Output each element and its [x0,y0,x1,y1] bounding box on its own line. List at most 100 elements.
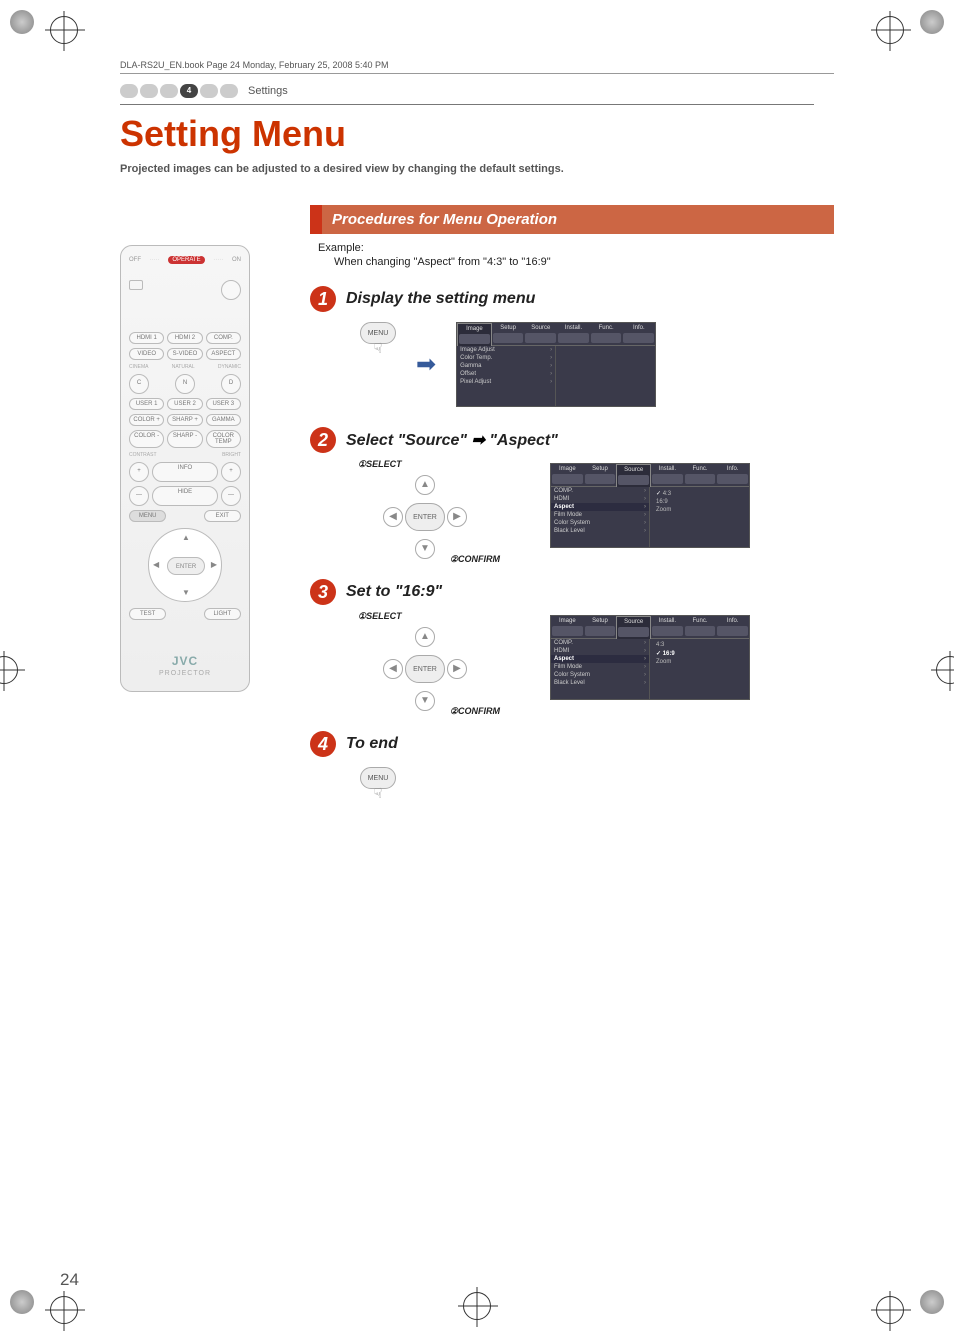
osd-item: Film Mode› [551,663,649,671]
press-hand-icon: ☟ [374,785,383,802]
step-1-menu-button: MENU ☟ [360,322,396,357]
dpad-right-icon: ▶ [447,507,467,527]
crop-mark-left [0,656,18,684]
osd-tab-image: Image [457,323,492,346]
remote-left-icon: ◀ [153,560,159,569]
osd-item: COMP.› [551,639,649,647]
remote-user3-button: USER 3 [206,398,241,410]
osd-value-zoom: Zoom [654,658,745,666]
section-tab-number: 4 [180,84,198,98]
osd-tab-image: Image [551,616,584,639]
osd-item: Color System› [551,671,649,679]
crop-mark-right [936,656,954,684]
remote-colortemp-button: COLOR TEMP [206,430,241,448]
remote-operate-label: OPERATE [168,256,204,264]
step-4-heading: 4 To end [310,731,834,757]
osd-value-4-3: 4:3 [654,489,745,498]
osd-item: HDMI› [551,647,649,655]
remote-brand: JVC [129,654,241,668]
remote-on-label: ON [232,257,241,263]
dpad-up-icon: ▲ [415,627,435,647]
dpad-enter-button: ENTER [405,655,445,683]
remote-gamma-button: GAMMA [206,414,241,426]
remote-enter-button: ENTER [167,557,205,575]
osd-step-1: Image Setup Source Install. Func. Info. … [456,322,656,407]
remote-comp-button: COMP. [206,332,241,344]
osd-item: HDMI› [551,495,649,503]
remote-colorminus-button: COLOR - [129,430,164,448]
osd-tab-func: Func. [684,464,717,487]
step-3-title: Set to "16:9" [346,583,442,601]
remote-aspect-button: ASPECT [206,348,241,360]
osd-tab-info: Info. [622,323,655,346]
procedures-heading: Procedures for Menu Operation [310,205,834,234]
remote-right-icon: ▶ [211,560,217,569]
remote-projector-label: PROJECTOR [129,670,241,677]
remote-natural-label: NATURAL [172,364,195,370]
osd-item: Film Mode› [551,511,649,519]
osd-tab-setup: Setup [584,616,617,639]
crop-mark-tr [904,10,944,50]
osd-tab-install: Install. [651,464,684,487]
section-tabs: 4 Settings [120,84,894,98]
remote-cinema-label: CINEMA [129,364,148,370]
dpad: ▲ ▼ ◀ ▶ ENTER [383,475,467,559]
step-2-heading: 2 Select "Source" ➡ "Aspect" [310,427,834,453]
osd-value-16-9: 16:9 [654,649,745,658]
remote-contrast-minus: — [129,486,149,506]
page-number: 24 [60,1270,79,1290]
remote-test-button: TEST [129,608,166,620]
remote-exit-button: EXIT [204,510,241,522]
osd-tab-image: Image [551,464,584,487]
remote-bright-minus: — [221,486,241,506]
osd-item: Color Temp.› [457,354,555,362]
osd-tab-source: Source [616,464,651,487]
osd-item: Gamma› [457,362,555,370]
remote-contrast-label: CONTRAST [129,452,157,458]
remote-hdmi2-button: HDMI 2 [167,332,202,344]
osd-item-aspect: Aspect› [551,503,649,511]
step-4-number: 4 [310,731,336,757]
press-hand-icon: ☟ [374,340,383,357]
step-2-title: Select "Source" ➡ "Aspect" [346,430,558,450]
step-1-title: Display the setting menu [346,290,535,308]
remote-hdmi1-button: HDMI 1 [129,332,164,344]
remote-dynamic-button: D [221,374,241,394]
osd-tab-setup: Setup [584,464,617,487]
osd-step-2: Image Setup Source Install. Func. Info. … [550,463,750,548]
osd-item: Color System› [551,519,649,527]
remote-colorplus-button: COLOR + [129,414,164,426]
osd-item: Offset› [457,370,555,378]
remote-dpad: ▲ ▼ ◀ ▶ ENTER [148,528,222,602]
remote-user2-button: USER 2 [167,398,202,410]
confirm-annotation: ②CONFIRM [450,554,500,565]
intro-text: Projected images can be adjusted to a de… [120,163,894,175]
remote-bright-label: BRIGHT [222,452,241,458]
select-annotation: ①SELECT [358,611,402,622]
step-4-title: To end [346,735,398,753]
osd-item: Image Adjust› [457,346,555,354]
osd-tab-info: Info. [716,464,749,487]
osd-value-4-3: 4:3 [654,641,745,649]
step-1-number: 1 [310,286,336,312]
osd-tab-info: Info. [716,616,749,639]
osd-tab-source: Source [524,323,557,346]
remote-menu-button: MENU [129,510,166,522]
osd-item-aspect: Aspect› [551,655,649,663]
arrow-right-icon: ➡ [416,350,436,379]
example-label: Example: [318,242,834,254]
osd-item: Black Level› [551,527,649,535]
osd-value-zoom: Zoom [654,506,745,514]
osd-tab-setup: Setup [492,323,525,346]
book-header: DLA-RS2U_EN.book Page 24 Monday, Februar… [120,60,834,74]
osd-tab-source: Source [616,616,651,639]
section-underline [120,104,814,105]
select-annotation: ①SELECT [358,459,402,470]
osd-item: Pixel Adjust› [457,378,555,386]
crop-mark-bottom [463,1292,491,1320]
dpad-left-icon: ◀ [383,507,403,527]
osd-value-16-9: 16:9 [654,498,745,506]
remote-dynamic-label: DYNAMIC [218,364,241,370]
confirm-annotation: ②CONFIRM [450,706,500,717]
dpad-down-icon: ▼ [415,691,435,711]
